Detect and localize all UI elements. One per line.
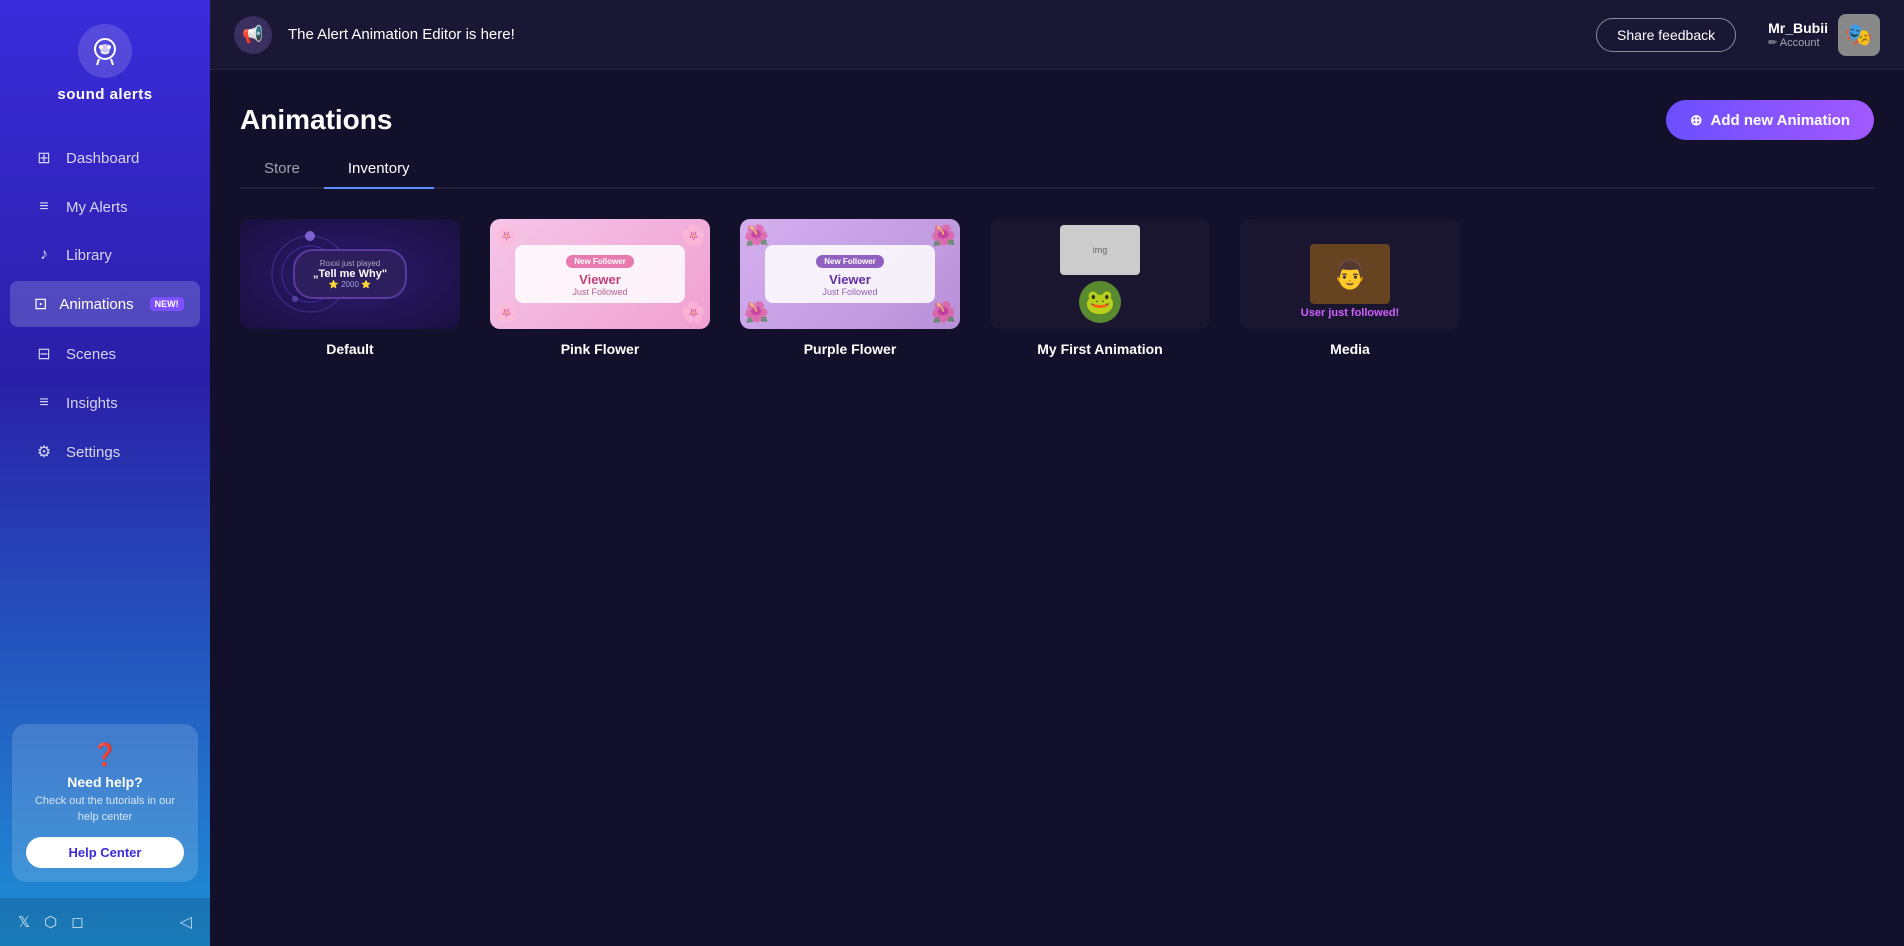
sidebar-item-my-alerts[interactable]: ≡ My Alerts (10, 185, 200, 229)
sidebar-item-insights[interactable]: ≡ Insights (10, 381, 200, 425)
animation-card-media[interactable]: 👨 User just followed! Media (1240, 219, 1460, 357)
topbar: 📢 The Alert Animation Editor is here! Sh… (210, 0, 1904, 70)
settings-icon: ⚙ (34, 442, 54, 462)
help-title: Need help? (26, 774, 184, 790)
sidebar-item-settings[interactable]: ⚙ Settings (10, 429, 200, 475)
sidebar-item-label: Insights (66, 395, 118, 412)
sidebar-item-scenes[interactable]: ⊟ Scenes (10, 331, 200, 377)
avatar[interactable]: 🎭 (1838, 14, 1880, 56)
library-icon: ♪ (34, 246, 54, 264)
sidebar-nav: ⊞ Dashboard ≡ My Alerts ♪ Library ⊡ Anim… (0, 123, 210, 708)
discord-icon[interactable]: ⬡ (44, 913, 57, 931)
animation-name-purple-flower: Purple Flower (804, 341, 897, 357)
instagram-icon[interactable]: ◻ (71, 913, 83, 931)
announcement-text: The Alert Animation Editor is here! (288, 26, 1580, 43)
tabs: Store Inventory (240, 150, 1874, 189)
sidebar-item-label: Animations (59, 296, 133, 313)
animation-card-pink-flower[interactable]: 🌸 🌸 🌸 🌸 New Follower Viewer Just Followe… (490, 219, 710, 357)
animation-name-my-first-animation: My First Animation (1037, 341, 1163, 357)
sidebar-item-animations[interactable]: ⊡ Animations New! (10, 281, 200, 327)
animation-card-my-first-animation[interactable]: img 🐸 My First Animation (990, 219, 1210, 357)
animation-thumbnail-purple-flower: 🌺 🌺 🌺 🌺 New Follower Viewer Just Followe… (740, 219, 960, 329)
my-alerts-icon: ≡ (34, 198, 54, 216)
page-content: Animations ⊕ Add new Animation Store Inv… (210, 70, 1904, 946)
sidebar-item-label: Scenes (66, 346, 116, 363)
sidebar-item-label: Settings (66, 444, 120, 461)
tab-store[interactable]: Store (240, 150, 324, 189)
sidebar-item-label: Library (66, 247, 112, 264)
animation-thumbnail-default: Roxxi just played „Tell me Why" ⭐ 2000 ⭐ (240, 219, 460, 329)
animation-thumbnail-pink-flower: 🌸 🌸 🌸 🌸 New Follower Viewer Just Followe… (490, 219, 710, 329)
animations-grid: Roxxi just played „Tell me Why" ⭐ 2000 ⭐… (240, 219, 1874, 357)
new-badge: New! (150, 297, 184, 311)
dashboard-icon: ⊞ (34, 148, 54, 168)
help-center-button[interactable]: Help Center (26, 837, 184, 868)
sidebar-logo: sound alerts (0, 0, 210, 123)
insights-icon: ≡ (34, 394, 54, 412)
main-content: 📢 The Alert Animation Editor is here! Sh… (210, 0, 1904, 946)
user-account-label[interactable]: ✏ Account (1768, 36, 1828, 49)
sidebar-item-label: Dashboard (66, 150, 139, 167)
sidebar-item-dashboard[interactable]: ⊞ Dashboard (10, 135, 200, 181)
scenes-icon: ⊟ (34, 344, 54, 364)
help-description: Check out the tutorials in our help cent… (26, 794, 184, 825)
add-animation-label: Add new Animation (1711, 112, 1850, 129)
back-arrow-icon[interactable]: ◁ (180, 912, 192, 932)
animation-thumbnail-my-first-animation: img 🐸 (990, 219, 1210, 329)
plus-icon: ⊕ (1690, 111, 1703, 129)
animation-name-pink-flower: Pink Flower (561, 341, 640, 357)
sidebar-item-library[interactable]: ♪ Library (10, 233, 200, 277)
sidebar-social: 𝕏 ⬡ ◻ ◁ (0, 898, 210, 946)
announcement-icon: 📢 (234, 16, 272, 54)
user-info: Mr_Bubii ✏ Account 🎭 (1768, 14, 1880, 56)
sidebar: sound alerts ⊞ Dashboard ≡ My Alerts ♪ L… (0, 0, 210, 946)
page-title: Animations (240, 104, 392, 136)
animation-thumbnail-media: 👨 User just followed! (1240, 219, 1460, 329)
sidebar-item-label: My Alerts (66, 199, 128, 216)
animation-name-default: Default (326, 341, 373, 357)
share-feedback-button[interactable]: Share feedback (1596, 18, 1736, 52)
animations-icon: ⊡ (34, 294, 47, 314)
twitter-icon[interactable]: 𝕏 (18, 913, 30, 931)
tab-inventory[interactable]: Inventory (324, 150, 434, 189)
animation-card-default[interactable]: Roxxi just played „Tell me Why" ⭐ 2000 ⭐… (240, 219, 460, 357)
help-icon: ❓ (26, 742, 184, 768)
page-header: Animations ⊕ Add new Animation (240, 100, 1874, 140)
logo-icon (78, 24, 132, 78)
animation-card-purple-flower[interactable]: 🌺 🌺 🌺 🌺 New Follower Viewer Just Followe… (740, 219, 960, 357)
animation-name-media: Media (1330, 341, 1370, 357)
help-box: ❓ Need help? Check out the tutorials in … (12, 724, 198, 882)
logo-text: sound alerts (57, 86, 152, 103)
user-name: Mr_Bubii (1768, 20, 1828, 36)
add-animation-button[interactable]: ⊕ Add new Animation (1666, 100, 1874, 140)
